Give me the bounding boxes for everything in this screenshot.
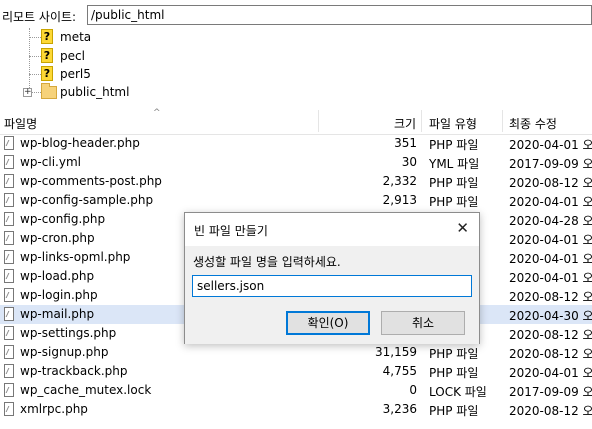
unknown-folder-icon: ? (41, 48, 53, 63)
file-size: 3,236 (382, 402, 417, 416)
file-size: 2,332 (382, 174, 417, 188)
file-modified: 2020-04-01 오 (509, 233, 592, 247)
file-type: PHP 파일 (429, 347, 479, 361)
file-row[interactable]: wp-cli.yml 30 YML 파일 2017-09-09 오 (0, 153, 592, 172)
tree-item-label: public_html (60, 85, 130, 99)
dialog-titlebar[interactable]: 빈 파일 만들기 ✕ (185, 213, 479, 246)
file-type: PHP 파일 (429, 195, 479, 209)
column-divider[interactable] (421, 110, 422, 132)
file-modified: 2020-04-28 오 (509, 214, 592, 228)
unknown-folder-icon: ? (41, 66, 53, 81)
file-type: PHP 파일 (429, 138, 479, 152)
close-icon[interactable]: ✕ (456, 219, 469, 237)
file-icon (4, 136, 14, 150)
file-name: wp-comments-post.php (20, 174, 162, 188)
column-header-modified[interactable]: 최종 수정 (509, 115, 557, 132)
file-row[interactable]: wp_cache_mutex.lock 0 LOCK 파일 2017-09-09 오 (0, 381, 592, 400)
file-modified: 2020-08-12 오 (509, 176, 592, 190)
file-icon (4, 250, 14, 264)
file-row[interactable]: wp-config-sample.php 2,913 PHP 파일 2020-04-0… (0, 191, 592, 210)
file-name: wp-cron.php (20, 231, 95, 245)
column-header-type[interactable]: 파일 유형 (429, 115, 477, 132)
file-name: wp-login.php (20, 288, 98, 302)
file-icon (4, 155, 14, 169)
file-name: wp-settings.php (20, 326, 117, 340)
file-size: 31,159 (375, 345, 417, 359)
file-name: wp-signup.php (20, 345, 109, 359)
file-modified: 2017-09-09 오 (509, 157, 592, 171)
file-modified: 2020-04-01 오 (509, 271, 592, 285)
tree-item-label: perl5 (60, 67, 91, 81)
unknown-folder-icon: ? (41, 29, 53, 44)
file-name: wp_cache_mutex.lock (20, 383, 152, 397)
ok-button[interactable]: 확인(O) (286, 311, 370, 335)
directory-tree: ? meta ? pecl ? perl5 public_html (0, 28, 592, 101)
file-row[interactable]: wp-comments-post.php 2,332 PHP 파일 2020-08-1… (0, 172, 592, 191)
file-row[interactable]: wp-trackback.php 4,755 PHP 파일 2020-04-01 오 (0, 362, 592, 381)
remote-site-label: 리모트 사이트: (2, 10, 77, 24)
file-name: wp-mail.php (20, 307, 95, 321)
file-modified: 2020-08-12 오 (509, 404, 592, 418)
file-row[interactable]: wp-signup.php 31,159 PHP 파일 2020-08-12 오 (0, 343, 592, 362)
tree-item-label: pecl (60, 49, 85, 63)
file-icon (4, 402, 14, 416)
file-modified: 2020-04-01 오 (509, 195, 592, 209)
column-divider[interactable] (502, 110, 503, 132)
file-modified: 2020-08-12 오 (509, 290, 592, 304)
file-name: wp-blog-header.php (20, 136, 140, 150)
file-size: 30 (401, 155, 417, 169)
file-icon (4, 288, 14, 302)
file-type: PHP 파일 (429, 176, 479, 190)
dialog-title: 빈 파일 만들기 (194, 224, 268, 238)
file-icon (4, 364, 14, 378)
file-icon (4, 307, 14, 321)
file-name: wp-trackback.php (20, 364, 128, 378)
dialog-prompt: 생성할 파일 명을 입력하세요. (193, 255, 341, 269)
file-size: 4,755 (382, 364, 417, 378)
file-name: wp-config.php (20, 212, 106, 226)
tree-item-label: meta (60, 30, 92, 44)
file-modified: 2020-08-12 오 (509, 347, 592, 361)
file-modified: 2020-04-01 오 (509, 138, 592, 152)
filename-input[interactable]: sellers.json (192, 275, 472, 297)
column-header-name[interactable]: 파일명 (4, 115, 37, 132)
file-modified: 2020-04-30 오 (509, 309, 592, 323)
file-icon (4, 193, 14, 207)
dialog-body: 생성할 파일 명을 입력하세요. sellers.json 확인(O) 취소 (185, 246, 479, 344)
folder-icon (41, 83, 57, 99)
file-list-header: 파일명 크기 파일 유형 최종 수정 (0, 110, 592, 135)
file-modified: 2020-04-01 오 (509, 366, 592, 380)
file-name: xmlrpc.php (20, 402, 88, 416)
file-modified: 2020-04-01 오 (509, 252, 592, 266)
remote-path-input[interactable]: /public_html (87, 5, 592, 25)
file-icon (4, 383, 14, 397)
file-size: 0 (409, 383, 417, 397)
file-type: LOCK 파일 (429, 385, 487, 399)
column-header-size[interactable]: 크기 (394, 115, 416, 132)
file-modified: 2020-08-12 오 (509, 328, 592, 342)
file-size: 2,913 (382, 193, 417, 207)
file-modified: 2017-09-09 오 (509, 385, 592, 399)
file-size: 351 (394, 136, 417, 150)
file-icon (4, 326, 14, 340)
file-icon (4, 345, 14, 359)
file-icon (4, 231, 14, 245)
file-icon (4, 212, 14, 226)
tree-expand-icon[interactable]: + (23, 88, 32, 97)
cancel-button[interactable]: 취소 (381, 311, 465, 335)
file-name: wp-config-sample.php (20, 193, 154, 207)
file-icon (4, 269, 14, 283)
file-name: wp-cli.yml (20, 155, 81, 169)
file-type: PHP 파일 (429, 404, 479, 418)
file-icon (4, 174, 14, 188)
column-divider[interactable] (318, 110, 319, 132)
file-name: wp-load.php (20, 269, 95, 283)
file-type: YML 파일 (429, 157, 480, 171)
file-type: PHP 파일 (429, 366, 479, 380)
file-name: wp-links-opml.php (20, 250, 131, 264)
file-row[interactable]: xmlrpc.php 3,236 PHP 파일 2020-08-12 오 (0, 400, 592, 419)
remote-site-bar: 리모트 사이트: /public_html (0, 4, 592, 28)
file-row[interactable]: wp-blog-header.php 351 PHP 파일 2020-04-01 오 (0, 134, 592, 153)
new-file-dialog: 빈 파일 만들기 ✕ 생성할 파일 명을 입력하세요. sellers.json… (184, 212, 480, 344)
